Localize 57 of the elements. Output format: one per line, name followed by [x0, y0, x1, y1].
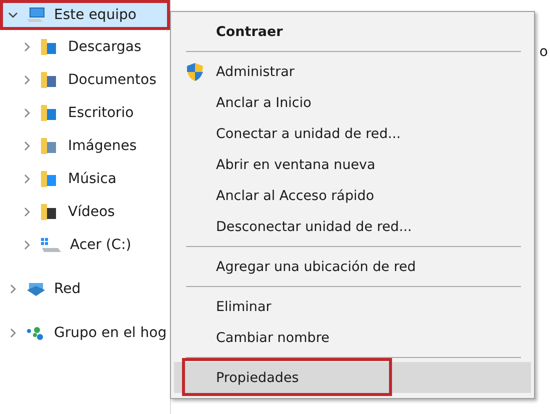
tree-item-label: Grupo en el hog — [54, 324, 167, 340]
tree-item[interactable]: Documentos — [0, 63, 170, 96]
menu-item[interactable]: Administrar — [174, 56, 531, 87]
chevron-icon[interactable] — [8, 10, 18, 20]
menu-item[interactable]: Cambiar nombre — [174, 322, 531, 353]
item-label-fragment: o — [539, 44, 548, 60]
tree-item-selected[interactable]: Este equipo — [0, 0, 170, 30]
tree-item-label: Red — [54, 280, 81, 296]
chevron-icon[interactable] — [22, 108, 32, 118]
drive-icon — [40, 236, 62, 252]
chevron-icon[interactable] — [8, 328, 18, 338]
shield-icon — [186, 62, 204, 82]
menu-item-label: Propiedades — [216, 370, 299, 386]
menu-item[interactable]: Desconectar unidad de red... — [174, 211, 531, 242]
chevron-icon[interactable] — [22, 42, 32, 52]
homegroup-icon — [26, 324, 46, 340]
menu-item-label: Eliminar — [216, 298, 272, 314]
tree-item[interactable]: Imágenes — [0, 129, 170, 162]
menu-item[interactable]: Anclar a Inicio — [174, 87, 531, 118]
menu-item-label: Administrar — [216, 64, 294, 80]
tree-item[interactable]: Descargas — [0, 30, 170, 63]
menu-item-label: Desconectar unidad de red... — [216, 218, 412, 234]
menu-item[interactable]: Abrir en ventana nueva — [174, 149, 531, 180]
menu-item-label: Contraer — [216, 24, 283, 40]
chevron-icon[interactable] — [22, 206, 32, 216]
menu-item[interactable]: Contraer — [174, 16, 531, 47]
tree-item[interactable]: Acer (C:) — [0, 228, 170, 261]
menu-item[interactable]: Anclar al Acceso rápido — [174, 180, 531, 211]
tree-item[interactable]: Grupo en el hog — [0, 316, 170, 349]
tree-item-label: Música — [68, 170, 116, 186]
tree-item-label: Documentos — [68, 72, 156, 88]
menu-item[interactable]: Conectar a unidad de red... — [174, 118, 531, 149]
tree-item-label: Imágenes — [68, 138, 137, 154]
menu-item-label: Anclar al Acceso rápido — [216, 188, 374, 204]
menu-item-label: Conectar a unidad de red... — [216, 126, 401, 142]
tree-item[interactable]: Escritorio — [0, 96, 170, 129]
tree-item-label: Este equipo — [54, 7, 136, 23]
tree-item[interactable]: Vídeos — [0, 195, 170, 228]
tree-item-label: Escritorio — [68, 104, 134, 120]
menu-item-label: Agregar una ubicación de red — [216, 258, 416, 274]
chevron-icon[interactable] — [22, 74, 32, 84]
chevron-icon[interactable] — [22, 174, 32, 184]
network-icon — [26, 280, 46, 296]
menu-item-label: Cambiar nombre — [216, 330, 330, 346]
tree-item[interactable]: Red — [0, 272, 170, 305]
menu-item-label: Abrir en ventana nueva — [216, 156, 376, 172]
chevron-icon[interactable] — [8, 284, 18, 294]
tree-item-label: Acer (C:) — [70, 236, 132, 252]
chevron-icon[interactable] — [22, 240, 32, 250]
menu-item[interactable]: Agregar una ubicación de red — [174, 251, 531, 282]
menu-item-label: Anclar a Inicio — [216, 94, 312, 110]
tree-item-label: Vídeos — [68, 204, 115, 220]
chevron-icon[interactable] — [22, 140, 32, 150]
tree-item[interactable]: Música — [0, 162, 170, 195]
computer-icon — [26, 7, 46, 23]
menu-item[interactable]: Eliminar — [174, 291, 531, 322]
tree-item-label: Descargas — [68, 38, 142, 54]
